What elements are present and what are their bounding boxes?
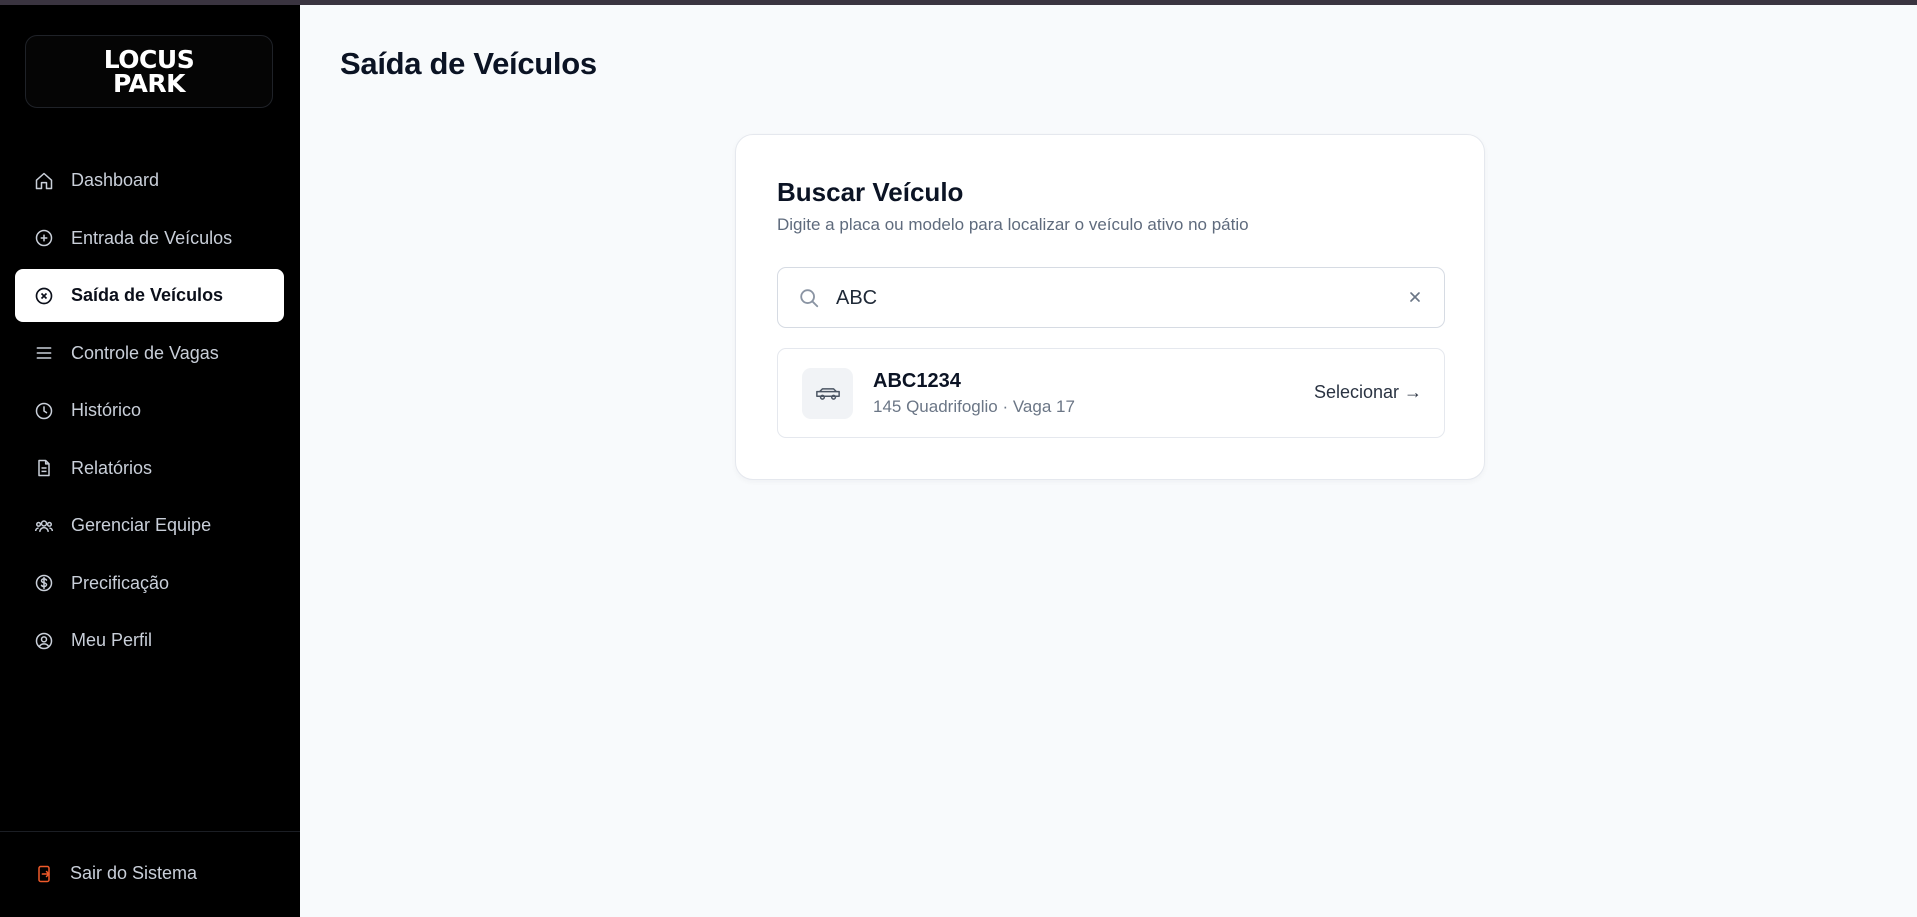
app-logo[interactable]: LOCUS PARK — [25, 35, 273, 108]
vehicle-plate: ABC1234 — [873, 370, 961, 392]
sidebar-item-label: Dashboard — [71, 170, 160, 190]
x-circle-icon — [34, 286, 54, 306]
sidebar-item-label: Saída de Veículos — [71, 285, 224, 305]
sidebar-item-gerenciar-equipe[interactable]: Gerenciar Equipe — [15, 499, 284, 552]
user-circle-icon — [34, 631, 54, 651]
search-card: Buscar Veículo Digite a placa ou modelo … — [735, 134, 1485, 480]
menu-lines-icon — [34, 343, 54, 363]
car-icon — [802, 368, 853, 419]
sidebar-item-label: Entrada de Veículos — [71, 227, 233, 248]
sidebar-item-label: Precificação — [71, 572, 170, 593]
logout-label: Sair do Sistema — [70, 863, 198, 883]
clock-icon — [34, 401, 54, 421]
window-top-bar — [0, 0, 1917, 5]
select-button[interactable]: Selecionar → — [1314, 382, 1422, 403]
dollar-circle-icon — [34, 573, 54, 593]
sidebar-item-entrada[interactable]: Entrada de Veículos — [15, 212, 284, 265]
sidebar-item-dashboard[interactable]: Dashboard — [15, 154, 284, 207]
logout-icon — [34, 864, 54, 884]
sidebar-item-label: Controle de Vagas — [71, 342, 219, 363]
vehicle-details: 145 Quadrifoglio · Vaga 17 — [873, 397, 1075, 416]
sidebar-item-controle-vagas[interactable]: Controle de Vagas — [15, 327, 284, 380]
home-icon — [34, 171, 54, 191]
document-icon — [34, 458, 54, 478]
search-box — [777, 267, 1445, 328]
plus-circle-icon — [34, 228, 54, 248]
search-icon — [798, 287, 820, 309]
sidebar-item-precificacao[interactable]: Precificação — [15, 557, 284, 610]
logo-line-1: LOCUS — [103, 44, 195, 74]
sidebar-item-meu-perfil[interactable]: Meu Perfil — [15, 614, 284, 667]
sidebar-item-historico[interactable]: Histórico — [15, 384, 284, 437]
search-input[interactable] — [836, 278, 1396, 318]
team-icon — [34, 516, 54, 536]
sidebar-item-label: Relatórios — [71, 457, 153, 478]
search-card-title: Buscar Veículo — [777, 177, 964, 207]
close-icon — [1410, 292, 1420, 302]
sidebar-item-label: Histórico — [71, 400, 142, 420]
sidebar-divider — [0, 831, 300, 832]
sidebar-nav: Dashboard Entrada de Veículos Saída de V… — [15, 154, 284, 672]
list-item[interactable]: ABC1234 145 Quadrifoglio · Vaga 17 Selec… — [777, 348, 1445, 438]
sidebar-item-label: Meu Perfil — [71, 630, 153, 650]
sidebar-item-saida[interactable]: Saída de Veículos — [15, 269, 284, 322]
sidebar-item-label: Gerenciar Equipe — [71, 515, 212, 535]
page-title: Saída de Veículos — [340, 46, 597, 81]
sidebar: LOCUS PARK Dashboard Entrada de Veículos… — [0, 5, 300, 917]
logo-line-2: PARK — [112, 68, 186, 98]
search-card-subtitle: Digite a placa ou modelo para localizar … — [777, 215, 1249, 234]
clear-search-button[interactable] — [1404, 286, 1426, 308]
logout-button[interactable]: Sair do Sistema — [34, 863, 197, 884]
sidebar-item-relatorios[interactable]: Relatórios — [15, 442, 284, 495]
